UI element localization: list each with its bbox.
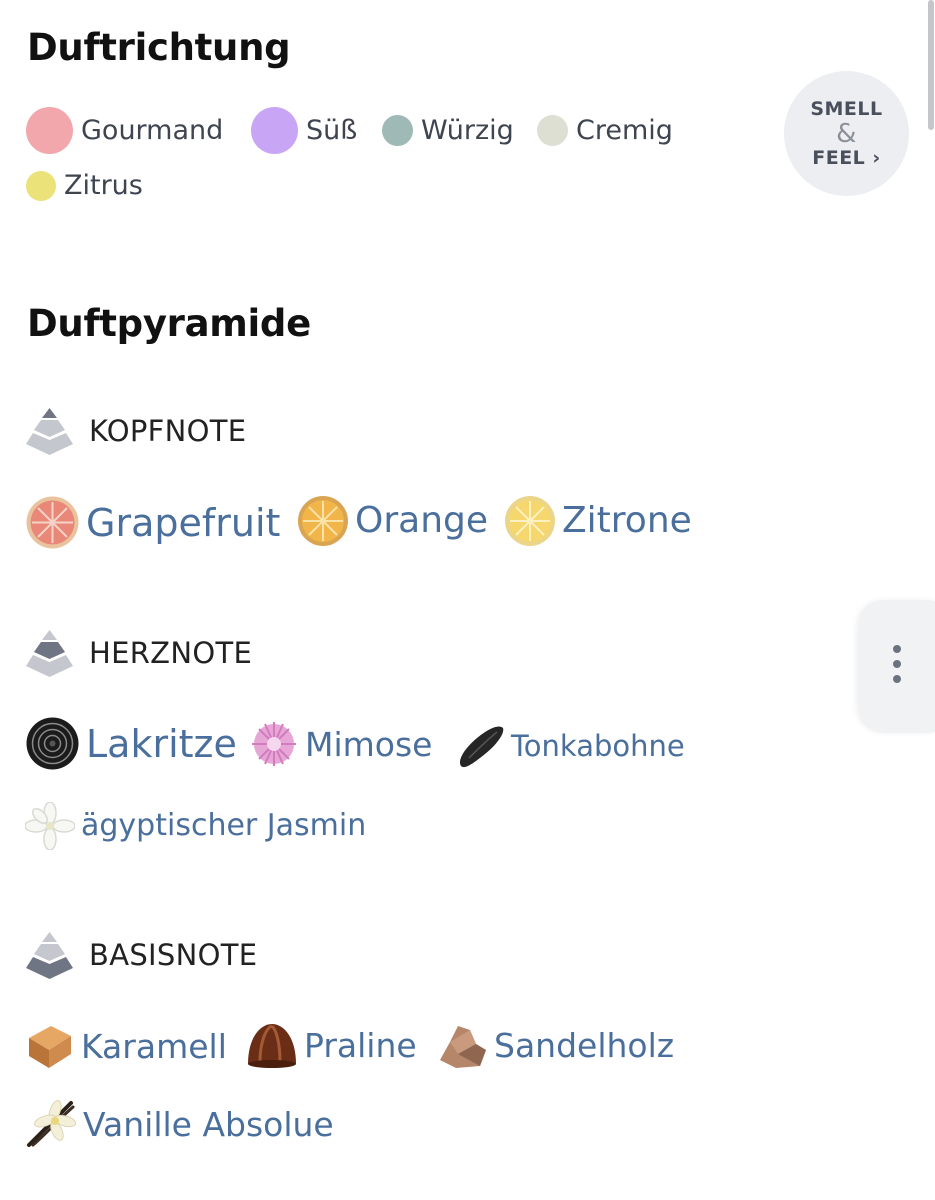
- feel-label: FEEL ›: [812, 146, 881, 169]
- ingredient-label: Karamell: [81, 1026, 227, 1066]
- note-header-top: KOPFNOTE: [25, 406, 246, 456]
- smell-label: SMELL: [810, 97, 883, 120]
- gourmand-dot-icon: [26, 107, 73, 154]
- ingredient-grapefruit[interactable]: Grapefruit: [25, 495, 280, 550]
- tonka-bean-icon: [459, 726, 504, 768]
- wuerzig-dot-icon: [382, 115, 413, 146]
- licorice-icon: [26, 717, 79, 770]
- ingredient-sandelholz[interactable]: Sandelholz: [436, 1020, 674, 1070]
- category-label: Würzig: [421, 115, 514, 146]
- ingredient-mimose[interactable]: Mimose: [249, 720, 432, 768]
- category-label: Gourmand: [81, 115, 224, 146]
- smell-feel-button[interactable]: SMELL & FEEL ›: [784, 71, 909, 196]
- section-title-fragrance-family: Duftrichtung: [27, 26, 291, 69]
- cremig-dot-icon: [537, 115, 568, 146]
- praline-icon: [248, 1024, 296, 1068]
- grapefruit-icon: [26, 496, 79, 549]
- note-label-base: BASISNOTE: [89, 938, 258, 972]
- ingredient-label: Mimose: [305, 724, 433, 764]
- ingredient-label: Sandelholz: [494, 1025, 675, 1065]
- more-vertical-icon: [893, 645, 901, 683]
- category-wuerzig: Würzig: [382, 115, 514, 146]
- ingredient-label: Grapefruit: [86, 500, 281, 545]
- ingredient-label: Vanille Absolue: [83, 1104, 334, 1144]
- ingredient-label: Tonkabohne: [511, 728, 685, 763]
- category-gourmand: Gourmand: [26, 107, 223, 154]
- ampersand: &: [836, 118, 857, 149]
- mimosa-icon: [252, 722, 296, 766]
- ingredient-label: Praline: [304, 1025, 417, 1065]
- ingredient-label: Zitrone: [562, 500, 692, 541]
- category-label: Zitrus: [64, 170, 143, 201]
- zitrus-dot-icon: [26, 170, 56, 201]
- ingredient-orange[interactable]: Orange: [297, 495, 488, 547]
- ingredient-lakritze[interactable]: Lakritze: [25, 716, 237, 771]
- suess-dot-icon: [251, 107, 298, 154]
- section-title-pyramid: Duftpyramide: [27, 302, 311, 345]
- pyramid-top-icon: [26, 408, 73, 455]
- note-header-heart: HERZNOTE: [25, 628, 252, 678]
- category-label: Süß: [306, 115, 358, 146]
- ingredient-label: Orange: [355, 500, 489, 541]
- note-label-top: KOPFNOTE: [89, 414, 247, 448]
- category-label: Cremig: [576, 115, 673, 146]
- ingredient-karamell[interactable]: Karamell: [25, 1022, 227, 1070]
- vanilla-icon: [27, 1100, 77, 1147]
- caramel-icon: [29, 1026, 71, 1068]
- scrollbar-thumb[interactable]: [928, 0, 934, 130]
- ingredient-label: ägyptischer Jasmin: [81, 808, 367, 843]
- category-suess: Süß: [251, 107, 357, 154]
- ingredient-tonkabohne[interactable]: Tonkabohne: [455, 722, 685, 770]
- jasmine-icon: [25, 802, 75, 850]
- ingredient-zitrone[interactable]: Zitrone: [504, 495, 692, 547]
- note-header-base: BASISNOTE: [25, 930, 257, 980]
- category-zitrus: Zitrus: [26, 170, 143, 201]
- ingredient-label: Lakritze: [86, 721, 237, 766]
- pyramid-heart-icon: [26, 630, 73, 677]
- lemon-icon: [505, 496, 555, 546]
- category-cremig: Cremig: [537, 115, 673, 146]
- chevron-right-icon: ›: [872, 146, 881, 169]
- ingredient-aegyptischer-jasmin[interactable]: ägyptischer Jasmin: [25, 802, 366, 850]
- note-label-heart: HERZNOTE: [89, 636, 253, 670]
- ingredient-praline[interactable]: Praline: [246, 1020, 417, 1070]
- sandalwood-icon: [440, 1026, 486, 1068]
- side-menu-tab[interactable]: [858, 600, 935, 733]
- orange-icon: [298, 496, 348, 546]
- pyramid-base-icon: [26, 932, 73, 979]
- ingredient-vanille-absolue[interactable]: Vanille Absolue: [25, 1099, 334, 1149]
